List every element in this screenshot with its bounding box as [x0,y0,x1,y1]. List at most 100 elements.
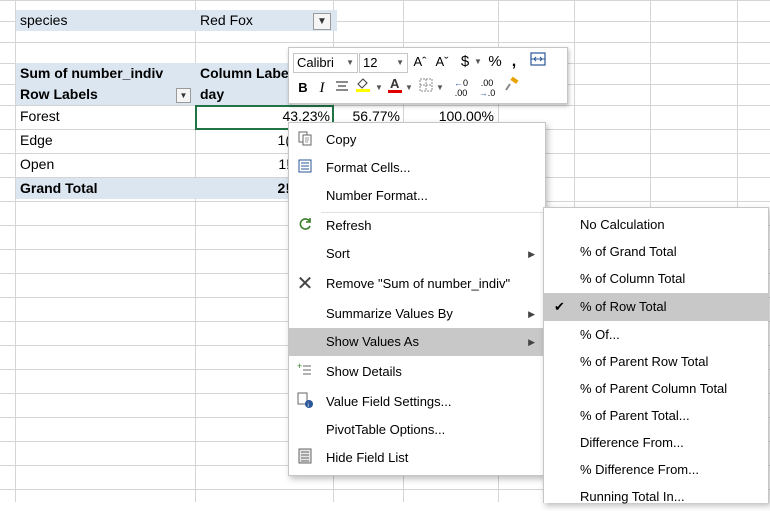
submenu-item-label: % of Grand Total [580,244,677,259]
submenu-item-no-calculation[interactable]: No Calculation [544,211,768,239]
show-details-icon: + [295,361,315,382]
svg-text:A: A [390,76,400,91]
submenu-item-label: % of Parent Total... [580,408,690,423]
submenu-item-label: % of Parent Row Total [580,354,709,369]
menu-item-label: Show Details [326,364,402,379]
submenu-item-label: % of Parent Column Total [580,381,728,396]
menu-item-value-field-settings[interactable]: i Value Field Settings... [289,388,545,416]
align-center-icon[interactable] [333,76,351,100]
menu-item-label: Show Values As [326,334,419,349]
fill-color-icon[interactable] [353,76,373,100]
row-label[interactable]: Edge [16,130,196,151]
menu-item-label: Format Cells... [326,160,411,175]
decrease-decimal-label: .0 [487,88,496,98]
row-labels-dropdown-icon[interactable]: ▼ [176,88,191,103]
row-label[interactable]: Forest [16,106,196,127]
context-menu: Copy Format Cells... Number Format... Re… [288,122,546,476]
menu-item-refresh[interactable]: Refresh [289,212,545,240]
filter-field-label: species [16,10,199,31]
font-size-box[interactable]: 12 ▼ [359,53,408,73]
submenu-item-percent-of-row-total[interactable]: ✔ % of Row Total [544,293,768,321]
submenu-item-percent-of-grand-total[interactable]: % of Grand Total [544,238,768,266]
menu-item-copy[interactable]: Copy [289,126,545,154]
row-label[interactable]: Open [16,154,196,175]
font-name-dropdown-icon[interactable]: ▼ [346,54,354,72]
menu-item-pivottable-options[interactable]: PivotTable Options... [289,416,545,444]
font-color-dropdown-icon[interactable]: ▼ [404,76,414,100]
borders-icon[interactable] [417,76,435,100]
submenu-item-label: % of Column Total [580,271,686,286]
submenu-item-running-total-in[interactable]: Running Total In... [544,483,768,511]
submenu-item-percent-of[interactable]: % Of... [544,321,768,349]
decrease-decimal-button[interactable]: .00 →.0 [475,76,499,102]
row-value[interactable]: 1! [196,154,290,175]
menu-item-label: Copy [326,132,357,147]
menu-item-label: Sort [326,246,350,261]
menu-item-hide-field-list[interactable]: Hide Field List [289,444,545,472]
fill-color-dropdown-icon[interactable]: ▼ [374,76,384,100]
menu-item-label: Remove "Sum of number_indiv" [326,276,511,291]
menu-item-sort[interactable]: Sort ▶ [289,240,545,268]
menu-item-label: Hide Field List [326,450,409,465]
format-cells-icon [295,158,315,178]
submenu-item-label: Difference From... [580,435,684,450]
submenu-item-label: % of Row Total [580,299,667,314]
grand-total-value[interactable]: 2! [196,178,290,199]
submenu-item-percent-of-column-total[interactable]: % of Column Total [544,265,768,293]
row-labels-header[interactable]: Row Labels [16,84,199,105]
submenu-item-percent-of-parent-column-total[interactable]: % of Parent Column Total [544,375,768,403]
svg-text:+: + [297,362,302,371]
grow-font-button[interactable]: Aˆ [411,50,429,74]
menu-item-label: Number Format... [326,188,428,203]
font-name-value: Calibri [297,55,334,70]
show-values-as-submenu: No Calculation % of Grand Total % of Col… [543,207,769,504]
column-labels-header[interactable]: Column Labels [196,63,292,84]
submenu-arrow-icon: ▶ [528,337,535,347]
menu-item-label: Value Field Settings... [326,394,452,409]
bold-button[interactable]: B [295,76,311,100]
menu-item-format-cells[interactable]: Format Cells... [289,154,545,182]
increase-decimal-label: .00 [454,88,468,98]
submenu-item-label: % Of... [580,327,620,342]
menu-item-show-details[interactable]: + Show Details [289,358,545,386]
submenu-item-percent-difference-from[interactable]: % Difference From... [544,456,768,484]
submenu-item-percent-of-parent-total[interactable]: % of Parent Total... [544,402,768,430]
shrink-font-button[interactable]: Aˇ [433,50,451,74]
percent-button[interactable]: % [487,50,503,74]
filter-value: Red Fox [200,12,253,28]
italic-button[interactable]: I [315,76,329,100]
currency-button[interactable]: $ [457,50,473,74]
currency-dropdown-icon[interactable]: ▼ [473,50,483,74]
menu-item-label: Summarize Values By [326,306,453,321]
font-size-value: 12 [363,55,378,70]
svg-text:i: i [308,403,309,408]
menu-item-label: PivotTable Options... [326,422,446,437]
comma-style-button[interactable]: , [507,50,521,74]
filter-funnel-icon[interactable]: ▼ [313,13,331,30]
font-size-dropdown-icon[interactable]: ▼ [396,54,404,72]
refresh-icon [295,216,315,236]
row-value[interactable]: 1( [196,130,290,151]
submenu-arrow-icon: ▶ [528,309,535,319]
merge-center-icon[interactable] [529,50,547,74]
submenu-arrow-icon: ▶ [528,249,535,259]
borders-dropdown-icon[interactable]: ▼ [435,76,445,100]
checkmark-icon: ✔ [554,299,565,314]
font-color-icon[interactable]: A [386,76,404,100]
submenu-item-label: Running Total In... [580,489,685,504]
format-painter-icon[interactable] [503,76,521,100]
menu-item-number-format[interactable]: Number Format... [289,182,545,210]
increase-decimal-button[interactable]: ←0.00 [449,76,473,102]
column-sub-header: day [196,84,292,105]
grand-total-label[interactable]: Grand Total [16,178,196,199]
submenu-item-label: % Difference From... [580,462,699,477]
font-name-box[interactable]: Calibri ▼ [293,53,358,73]
menu-item-show-values-as[interactable]: Show Values As ▶ [289,328,545,356]
submenu-item-percent-of-parent-row-total[interactable]: % of Parent Row Total [544,348,768,376]
menu-item-remove-field[interactable]: ✕ Remove "Sum of number_indiv" [289,270,545,298]
submenu-item-difference-from[interactable]: Difference From... [544,429,768,457]
values-header: Sum of number_indiv [16,63,199,84]
menu-item-summarize-values-by[interactable]: Summarize Values By ▶ [289,300,545,328]
value-field-settings-icon: i [295,392,315,412]
field-list-icon [295,448,315,468]
